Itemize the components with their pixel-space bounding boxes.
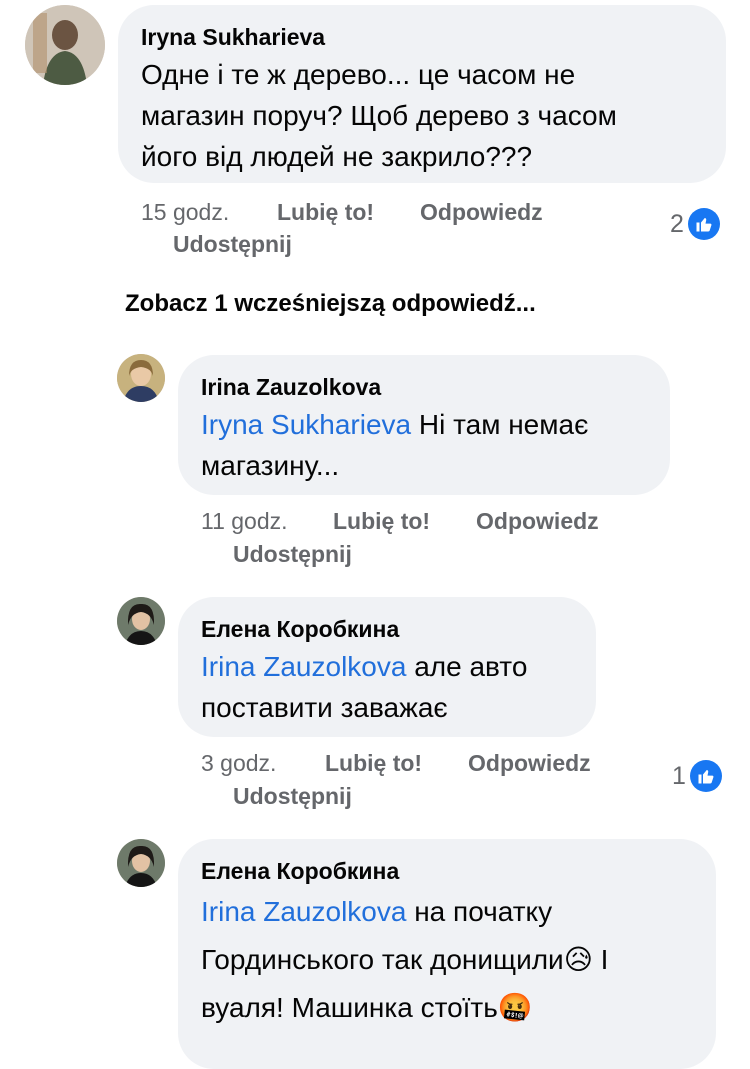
- see-previous-replies-link[interactable]: Zobacz 1 wcześniejszą odpowiedź...: [125, 290, 536, 318]
- avatar[interactable]: [117, 839, 165, 887]
- comment-text-line: на початку: [406, 896, 553, 927]
- profile-photo-icon: [117, 354, 165, 402]
- avatar[interactable]: [25, 5, 105, 85]
- comment-text-line: Ні там немає: [411, 409, 589, 440]
- share-button[interactable]: Udostępnij: [233, 783, 352, 810]
- comment-text: Irina Zauzolkova на початку Гординського…: [201, 888, 711, 1032]
- comment-text-line: але авто: [406, 651, 528, 682]
- comment-text: Одне і те ж дерево... це часом не магази…: [141, 54, 721, 177]
- thumbs-up-icon: [687, 208, 720, 240]
- comment-text-line: його від людей не закрило???: [141, 141, 533, 172]
- mention-link[interactable]: Irina Zauzolkova: [201, 651, 406, 682]
- comment-author[interactable]: Irina Zauzolkova: [201, 374, 381, 401]
- comment-author[interactable]: Елена Коробкина: [201, 858, 399, 885]
- comment-time[interactable]: 15 godz.: [141, 199, 229, 226]
- mention-link[interactable]: Irina Zauzolkova: [201, 896, 406, 927]
- comment-author[interactable]: Iryna Sukharieva: [141, 24, 325, 51]
- comment-text-line: магазин поруч? Щоб дерево з часом: [141, 100, 617, 131]
- comment-time[interactable]: 3 godz.: [201, 750, 276, 777]
- sad-relieved-face-emoji-icon: 😥: [563, 944, 593, 975]
- comment-time[interactable]: 11 godz.: [201, 508, 288, 535]
- share-button[interactable]: Udostępnij: [173, 231, 292, 258]
- comment-text-line: магазину...: [201, 450, 340, 481]
- profile-photo-icon: [117, 839, 165, 887]
- like-button[interactable]: Lubię to!: [325, 750, 422, 777]
- comment-text-line: вуаля! Машинка стоїть: [201, 992, 498, 1023]
- reaction-count[interactable]: 1: [672, 760, 722, 792]
- reply-button[interactable]: Odpowiedz: [476, 508, 599, 535]
- reaction-count-number: 2: [670, 209, 684, 238]
- cursing-face-emoji-icon: 🤬: [497, 992, 533, 1023]
- reply-button[interactable]: Odpowiedz: [420, 199, 543, 226]
- comment-author[interactable]: Елена Коробкина: [201, 616, 399, 643]
- like-button[interactable]: Lubię to!: [277, 199, 374, 226]
- like-button[interactable]: Lubię to!: [333, 508, 430, 535]
- avatar[interactable]: [117, 597, 165, 645]
- comment-text-line: Гординського так донищили: [201, 944, 564, 975]
- comment-text: Iryna Sukharieva Ні там немає магазину..…: [201, 404, 661, 486]
- comment-text-line: Одне і те ж дерево... це часом не: [141, 59, 576, 90]
- thumbs-up-icon: [689, 760, 722, 792]
- profile-photo-icon: [25, 5, 105, 85]
- reply-button[interactable]: Odpowiedz: [468, 750, 591, 777]
- reaction-count-number: 1: [672, 761, 686, 790]
- comment-text: Irina Zauzolkova але авто поставити зава…: [201, 646, 591, 728]
- mention-link[interactable]: Iryna Sukharieva: [201, 409, 411, 440]
- avatar[interactable]: [117, 354, 165, 402]
- share-button[interactable]: Udostępnij: [233, 541, 352, 568]
- reaction-count[interactable]: 2: [670, 208, 720, 240]
- comment-text-line: І: [592, 944, 609, 975]
- comment-text-line: поставити заважає: [201, 692, 448, 723]
- profile-photo-icon: [117, 597, 165, 645]
